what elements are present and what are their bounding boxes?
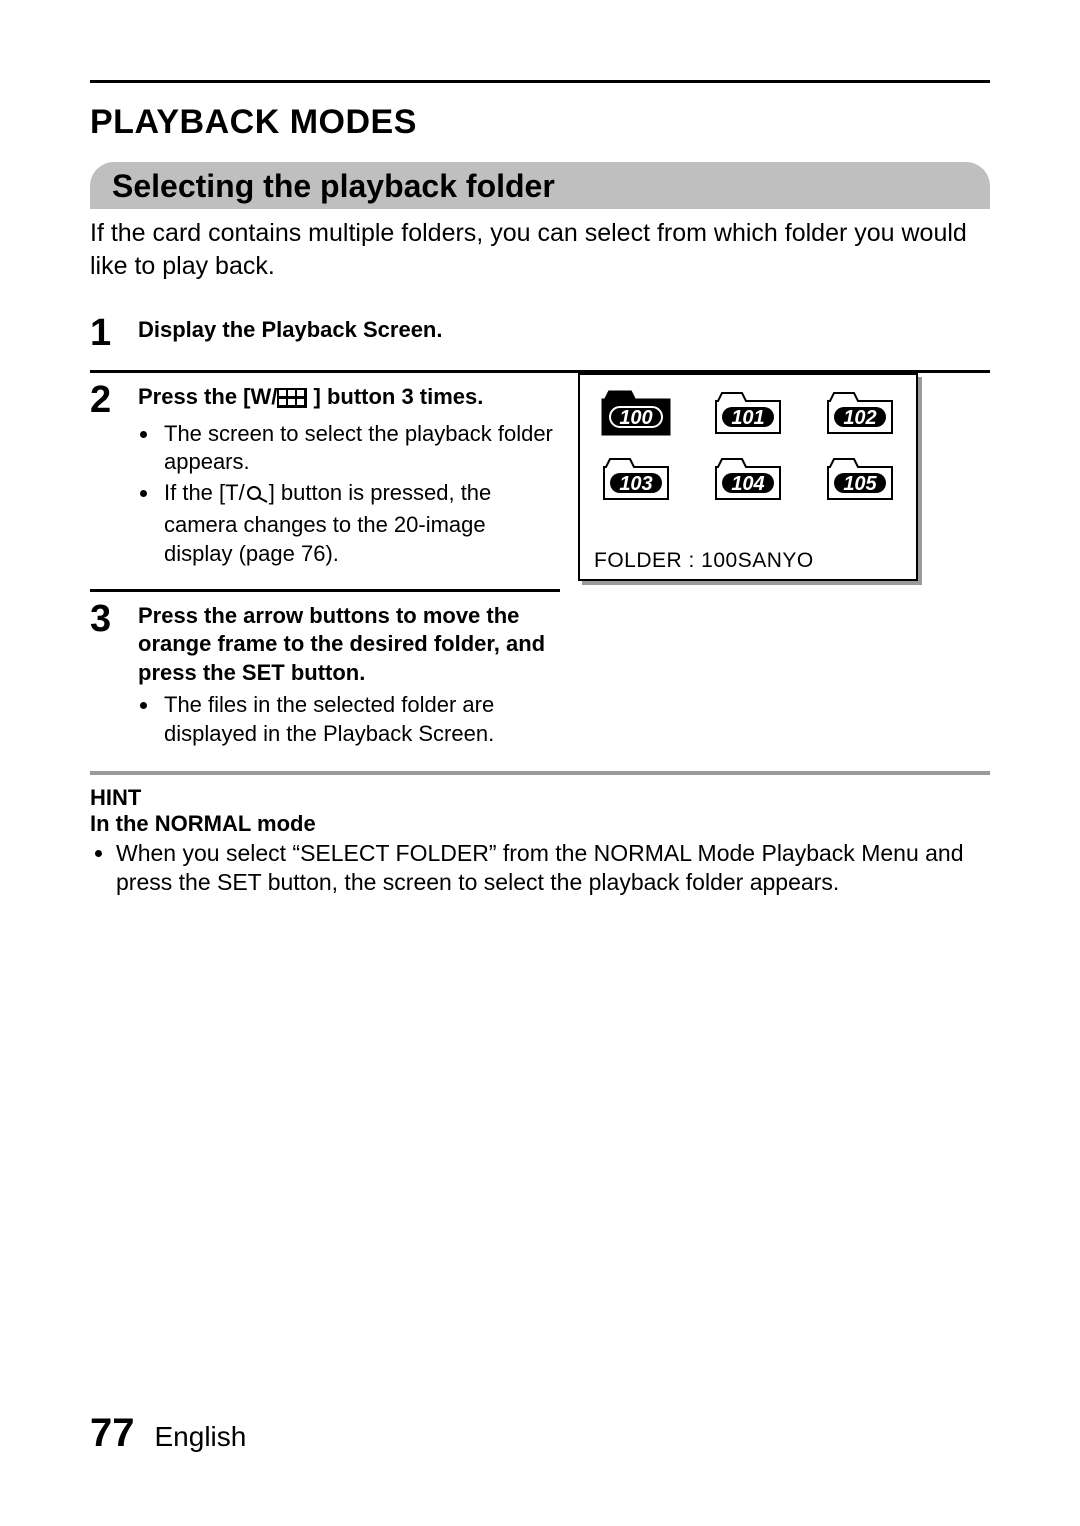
page-title: PLAYBACK MODES xyxy=(90,103,990,142)
step-number: 1 xyxy=(90,314,138,352)
step-head: Press the arrow buttons to move the oran… xyxy=(138,603,545,685)
folder-102: 102 xyxy=(824,389,896,437)
step-head: Display the Playback Screen. xyxy=(138,317,443,342)
folder-grid: 100 101 102 xyxy=(594,389,902,503)
step-2: 2 Press the [W/ ] button 3 times. The sc… xyxy=(90,373,560,592)
screen-caption: FOLDER : 100SANYO xyxy=(594,549,902,573)
manual-page: PLAYBACK MODES Selecting the playback fo… xyxy=(0,0,1080,1526)
thumbnail-grid-icon xyxy=(277,387,307,416)
hint-bullets: When you select “SELECT FOLDER” from the… xyxy=(90,839,990,899)
magnify-icon xyxy=(245,483,269,512)
step-head: Press the [W/ ] button 3 times. xyxy=(138,384,483,409)
bullet: The screen to select the playback folder… xyxy=(160,420,560,477)
folder-101: 101 xyxy=(712,389,784,437)
folder-label: 102 xyxy=(824,407,896,430)
folder-label: 105 xyxy=(824,473,896,496)
folder-label: 100 xyxy=(600,407,672,430)
step-3: 3 Press the arrow buttons to move the or… xyxy=(90,592,560,757)
step-number: 2 xyxy=(90,381,138,419)
folder-label: 104 xyxy=(712,473,784,496)
page-footer: 77 English xyxy=(90,1411,246,1456)
hint-subtitle: In the NORMAL mode xyxy=(90,811,990,837)
folder-100: 100 xyxy=(600,389,672,437)
step-bullets: The files in the selected folder are dis… xyxy=(138,691,560,748)
step-head-before: Press the [W/ xyxy=(138,384,277,409)
hint-section: HINT In the NORMAL mode When you select … xyxy=(90,771,990,899)
folder-105: 105 xyxy=(824,455,896,503)
page-number: 77 xyxy=(90,1411,135,1456)
language-label: English xyxy=(155,1421,247,1453)
steps-with-figure: 2 Press the [W/ ] button 3 times. The sc… xyxy=(90,373,990,757)
folder-label: 101 xyxy=(712,407,784,430)
top-rule xyxy=(90,80,990,83)
folder-label: 103 xyxy=(600,473,672,496)
section-heading: Selecting the playback folder xyxy=(90,162,990,209)
step-number: 3 xyxy=(90,600,138,638)
folder-104: 104 xyxy=(712,455,784,503)
bullet: When you select “SELECT FOLDER” from the… xyxy=(116,839,990,899)
step-1: 1 Display the Playback Screen. xyxy=(90,306,990,373)
step-bullets: The screen to select the playback folder… xyxy=(138,420,560,569)
figure-column: 100 101 102 xyxy=(578,373,918,581)
intro-text: If the card contains multiple folders, y… xyxy=(90,217,990,282)
bullet: The files in the selected folder are dis… xyxy=(160,691,560,748)
hint-title: HINT xyxy=(90,785,990,811)
folder-103: 103 xyxy=(600,455,672,503)
camera-screen: 100 101 102 xyxy=(578,373,918,581)
bullet: If the [T/] button is pressed, the camer… xyxy=(160,479,560,569)
step-head-after: ] button 3 times. xyxy=(314,384,484,409)
bullet-before: If the [T/ xyxy=(164,480,245,505)
